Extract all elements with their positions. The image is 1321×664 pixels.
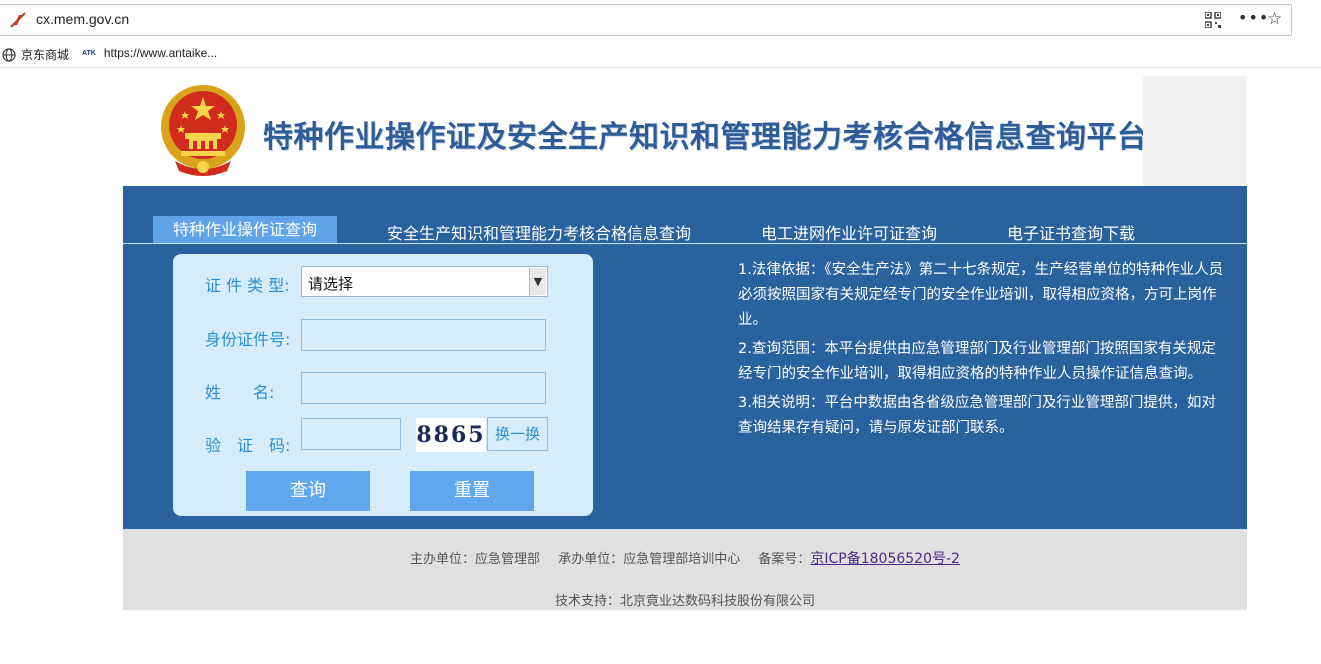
more-icon[interactable]: ••• [1238, 8, 1269, 27]
footer: 主办单位：应急管理部 承办单位：应急管理部培训中心 备案号：京ICP备18056… [123, 529, 1247, 610]
footer-icp-label: 备案号： [758, 552, 811, 567]
captcha-input[interactable] [301, 418, 401, 450]
main-panel: 特种作业操作证查询 安全生产知识和管理能力考核合格信息查询 电工进网作业许可证查… [123, 186, 1247, 529]
blocked-flash-icon[interactable] [9, 11, 27, 29]
info-notes: 3.相关说明：平台中数据由各省级应急管理部门及行业管理部门提供，如对查询结果存有… [738, 395, 1216, 436]
captcha-label: 验 证 码: [205, 436, 291, 455]
tab-special-operation-cert[interactable]: 特种作业操作证查询 [153, 216, 337, 243]
bookmark-label: 京东商城 [21, 48, 70, 62]
tab-e-certificate-download[interactable]: 电子证书查询下载 [1007, 220, 1135, 244]
info-notice: 1.法律依据：《安全生产法》第二十七条规定，生产经营单位的特种作业人员必须按照国… [738, 258, 1228, 445]
national-emblem-icon [161, 85, 245, 176]
site-header: 特种作业操作证及安全生产知识和管理能力考核合格信息查询平台 [123, 76, 1247, 186]
cert-type-label: 证 件 类 型: [205, 276, 290, 295]
star-icon[interactable]: ☆ [1267, 9, 1282, 29]
name-label: 姓 名: [205, 383, 275, 402]
footer-line-1: 主办单位：应急管理部 承办单位：应急管理部培训中心 备案号：京ICP备18056… [123, 548, 1247, 568]
captcha-image[interactable]: 8865 [416, 418, 486, 452]
bookmarks-bar: 京东商城 ATK https://www.antaike... [0, 40, 1321, 68]
cert-type-select[interactable]: 请选择 ▼ [301, 266, 548, 297]
id-number-label: 身份证件号: [205, 330, 291, 349]
chevron-down-icon[interactable]: ▼ [529, 268, 546, 295]
footer-icp: 备案号：京ICP备18056520号-2 [758, 551, 960, 567]
query-button[interactable]: 查询 [246, 471, 370, 511]
info-query-scope: 2.查询范围：本平台提供由应急管理部门及行业管理部门按照国家有关规定经专门的安全… [738, 341, 1216, 382]
qr-code-icon[interactable] [1205, 12, 1221, 28]
page-title: 特种作业操作证及安全生产知识和管理能力考核合格信息查询平台 [263, 120, 1148, 155]
cert-type-selected: 请选择 [308, 275, 354, 293]
globe-icon [2, 47, 16, 62]
bookmark-jd[interactable]: 京东商城 [2, 46, 69, 63]
bookmark-antaike[interactable]: ATK https://www.antaike... [82, 46, 217, 60]
url-text[interactable]: cx.mem.gov.cn [36, 11, 129, 27]
query-form: 证 件 类 型: 请选择 ▼ 身份证件号: 姓 名: 验 证 码: 8865 换… [173, 254, 593, 516]
name-input[interactable] [301, 372, 546, 404]
footer-organizer: 承办单位：应急管理部培训中心 [558, 552, 741, 567]
atk-icon: ATK [82, 50, 96, 57]
refresh-captcha-button[interactable]: 换一换 [487, 417, 548, 451]
tab-safety-knowledge[interactable]: 安全生产知识和管理能力考核合格信息查询 [387, 220, 691, 244]
reset-button[interactable]: 重置 [410, 471, 534, 511]
id-number-input[interactable] [301, 319, 546, 351]
header-side-panel [1143, 76, 1247, 186]
footer-host: 主办单位：应急管理部 [410, 552, 541, 567]
bookmark-label: https://www.antaike... [103, 46, 218, 60]
tab-electrician-permit[interactable]: 电工进网作业许可证查询 [761, 220, 937, 244]
address-bar[interactable]: cx.mem.gov.cn ••• ☆ [0, 4, 1292, 36]
tab-bar: 特种作业操作证查询 安全生产知识和管理能力考核合格信息查询 电工进网作业许可证查… [123, 216, 1247, 244]
footer-support: 技术支持：北京竟业达数码科技股份有限公司 [554, 594, 815, 609]
page-container: 特种作业操作证及安全生产知识和管理能力考核合格信息查询平台 特种作业操作证查询 … [123, 76, 1247, 610]
icp-link[interactable]: 京ICP备18056520号-2 [810, 551, 960, 567]
info-legal-basis: 1.法律依据：《安全生产法》第二十七条规定，生产经营单位的特种作业人员必须按照国… [738, 262, 1224, 328]
